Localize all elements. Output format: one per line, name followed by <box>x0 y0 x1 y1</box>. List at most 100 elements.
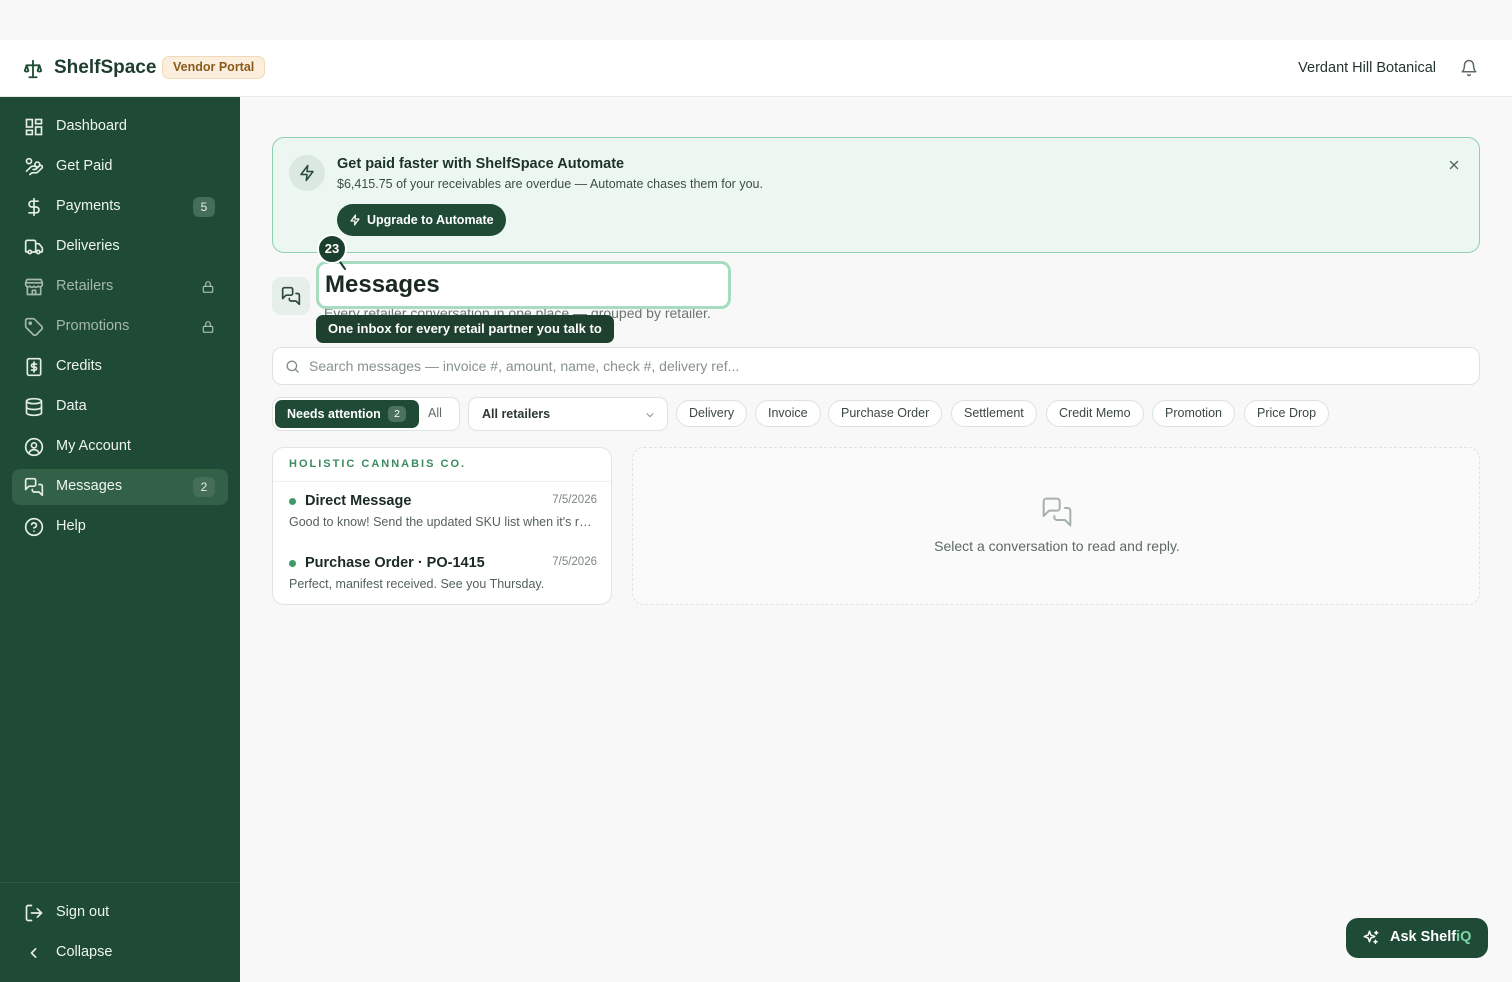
conversation-preview: Good to know! Send the updated SKU list … <box>289 515 597 529</box>
sidebar-item-data[interactable]: Data <box>12 389 228 425</box>
needs-attention-count: 2 <box>388 406 406 422</box>
tour-step-badge: 23 <box>317 234 347 264</box>
conversation-title: Direct Message <box>305 493 412 509</box>
conversation-item[interactable]: Purchase Order · PO-1415 7/5/2026 Perfec… <box>273 544 611 604</box>
lock-icon <box>201 280 215 294</box>
sidebar-item-label: Promotions <box>56 318 130 334</box>
messages-icon <box>281 286 301 306</box>
tour-highlight-box: Messages <box>316 261 731 309</box>
needs-attention-tab[interactable]: Needs attention 2 <box>275 400 419 428</box>
tour-tooltip: One inbox for every retail partner you t… <box>316 315 614 343</box>
sidebar-item-label: Data <box>56 398 87 414</box>
filter-chip-invoice[interactable]: Invoice <box>755 400 821 427</box>
ask-label-main: Ask Shelf <box>1390 929 1457 945</box>
tag-icon <box>24 317 44 337</box>
sidebar: Dashboard Get Paid Payments 5 Deliveries… <box>0 97 240 982</box>
collapse-label: Collapse <box>56 944 113 960</box>
sidebar-item-get-paid[interactable]: Get Paid <box>12 149 228 185</box>
conversation-date: 7/5/2026 <box>552 494 597 506</box>
message-search <box>272 347 1480 385</box>
grid-icon <box>24 117 44 137</box>
messages-icon <box>1041 496 1073 528</box>
lock-icon <box>201 320 215 334</box>
promo-icon-wrap <box>289 155 325 191</box>
filter-chip-price-drop[interactable]: Price Drop <box>1244 400 1330 427</box>
payments-count-badge: 5 <box>193 197 215 217</box>
filter-chip-purchase-order[interactable]: Purchase Order <box>828 400 943 427</box>
unread-dot <box>289 498 296 505</box>
conversation-title: Purchase Order · PO-1415 <box>305 555 485 571</box>
sidebar-item-dashboard[interactable]: Dashboard <box>12 109 228 145</box>
conversation-item[interactable]: Direct Message 7/5/2026 Good to know! Se… <box>273 482 611 542</box>
conversation-list: HOLISTIC CANNABIS CO. Direct Message 7/5… <box>272 447 612 605</box>
promo-subtitle: $6,415.75 of your receivables are overdu… <box>337 177 763 191</box>
main-content: Get paid faster with ShelfSpace Automate… <box>240 97 1512 982</box>
sign-out-button[interactable]: Sign out <box>12 895 228 931</box>
org-name[interactable]: Verdant Hill Botanical <box>1298 60 1436 76</box>
conversation-date: 7/5/2026 <box>552 556 597 568</box>
conversation-detail-empty: Select a conversation to read and reply. <box>632 447 1480 605</box>
receipt-dollar-icon <box>24 357 44 377</box>
sidebar-item-label: My Account <box>56 438 131 454</box>
filter-chip-credit-memo[interactable]: Credit Memo <box>1046 400 1144 427</box>
ask-label-accent: iQ <box>1456 929 1472 945</box>
bell-icon[interactable] <box>1460 59 1478 77</box>
sidebar-item-label: Credits <box>56 358 102 374</box>
unread-dot <box>289 560 296 567</box>
lightning-icon <box>349 214 361 226</box>
sidebar-item-label: Retailers <box>56 278 114 294</box>
log-out-icon <box>24 903 44 923</box>
sidebar-item-payments[interactable]: Payments 5 <box>12 189 228 225</box>
sidebar-item-promotions[interactable]: Promotions <box>12 309 228 345</box>
database-icon <box>24 397 44 417</box>
sidebar-item-deliveries[interactable]: Deliveries <box>12 229 228 265</box>
page-icon-wrap <box>272 277 310 315</box>
scale-logo-icon <box>22 58 44 80</box>
sign-out-label: Sign out <box>56 904 110 920</box>
dollar-icon <box>24 197 44 217</box>
upgrade-button-label: Upgrade to Automate <box>367 213 494 227</box>
sidebar-item-retailers[interactable]: Retailers <box>12 269 228 305</box>
lightning-icon <box>298 164 316 182</box>
filter-chip-delivery[interactable]: Delivery <box>676 400 748 427</box>
sidebar-item-messages[interactable]: Messages 2 <box>12 469 228 505</box>
retailer-group-header: HOLISTIC CANNABIS CO. <box>273 448 611 482</box>
truck-icon <box>24 237 44 257</box>
brand-name[interactable]: ShelfSpace <box>54 57 156 79</box>
chevron-left-icon <box>24 943 44 963</box>
retailer-group-name: HOLISTIC CANNABIS CO. <box>289 458 467 470</box>
messages-icon <box>24 477 44 497</box>
sidebar-item-help[interactable]: Help <box>12 509 228 545</box>
sidebar-item-label: Payments <box>56 198 121 214</box>
ask-shelfiq-label: Ask ShelfiQ <box>1390 929 1471 945</box>
sidebar-item-label: Messages <box>56 478 123 494</box>
close-icon[interactable] <box>1447 158 1461 172</box>
sidebar-item-credits[interactable]: Credits <box>12 349 228 385</box>
help-circle-icon <box>24 517 44 537</box>
promo-title: Get paid faster with ShelfSpace Automate <box>337 156 625 172</box>
filter-chip-settlement[interactable]: Settlement <box>951 400 1037 427</box>
conversation-preview: Perfect, manifest received. See you Thur… <box>289 577 545 591</box>
sidebar-divider <box>0 882 240 883</box>
app-header: ShelfSpace Vendor Portal Verdant Hill Bo… <box>0 40 1512 97</box>
messages-count-badge: 2 <box>193 477 215 497</box>
filter-chip-promotion[interactable]: Promotion <box>1152 400 1235 427</box>
search-input[interactable] <box>309 348 1459 384</box>
user-circle-icon <box>24 437 44 457</box>
sidebar-item-my-account[interactable]: My Account <box>12 429 228 465</box>
all-tab[interactable]: All <box>428 406 442 420</box>
upgrade-to-automate-button[interactable]: Upgrade to Automate <box>337 204 506 236</box>
sparkles-icon <box>1362 929 1380 947</box>
sidebar-item-label: Dashboard <box>56 118 127 134</box>
sidebar-item-label: Deliveries <box>56 238 120 254</box>
ask-shelfiq-button[interactable]: Ask ShelfiQ <box>1346 918 1488 958</box>
page-title: Messages <box>325 271 440 298</box>
chevron-down-icon <box>645 410 655 420</box>
retailer-select[interactable]: All retailers <box>468 397 668 431</box>
collapse-button[interactable]: Collapse <box>12 935 228 971</box>
store-icon <box>24 277 44 297</box>
needs-attention-label: Needs attention <box>287 407 381 421</box>
attention-toggle: Needs attention 2 All <box>272 397 460 431</box>
search-icon <box>285 359 300 374</box>
sidebar-item-label: Get Paid <box>56 158 113 174</box>
